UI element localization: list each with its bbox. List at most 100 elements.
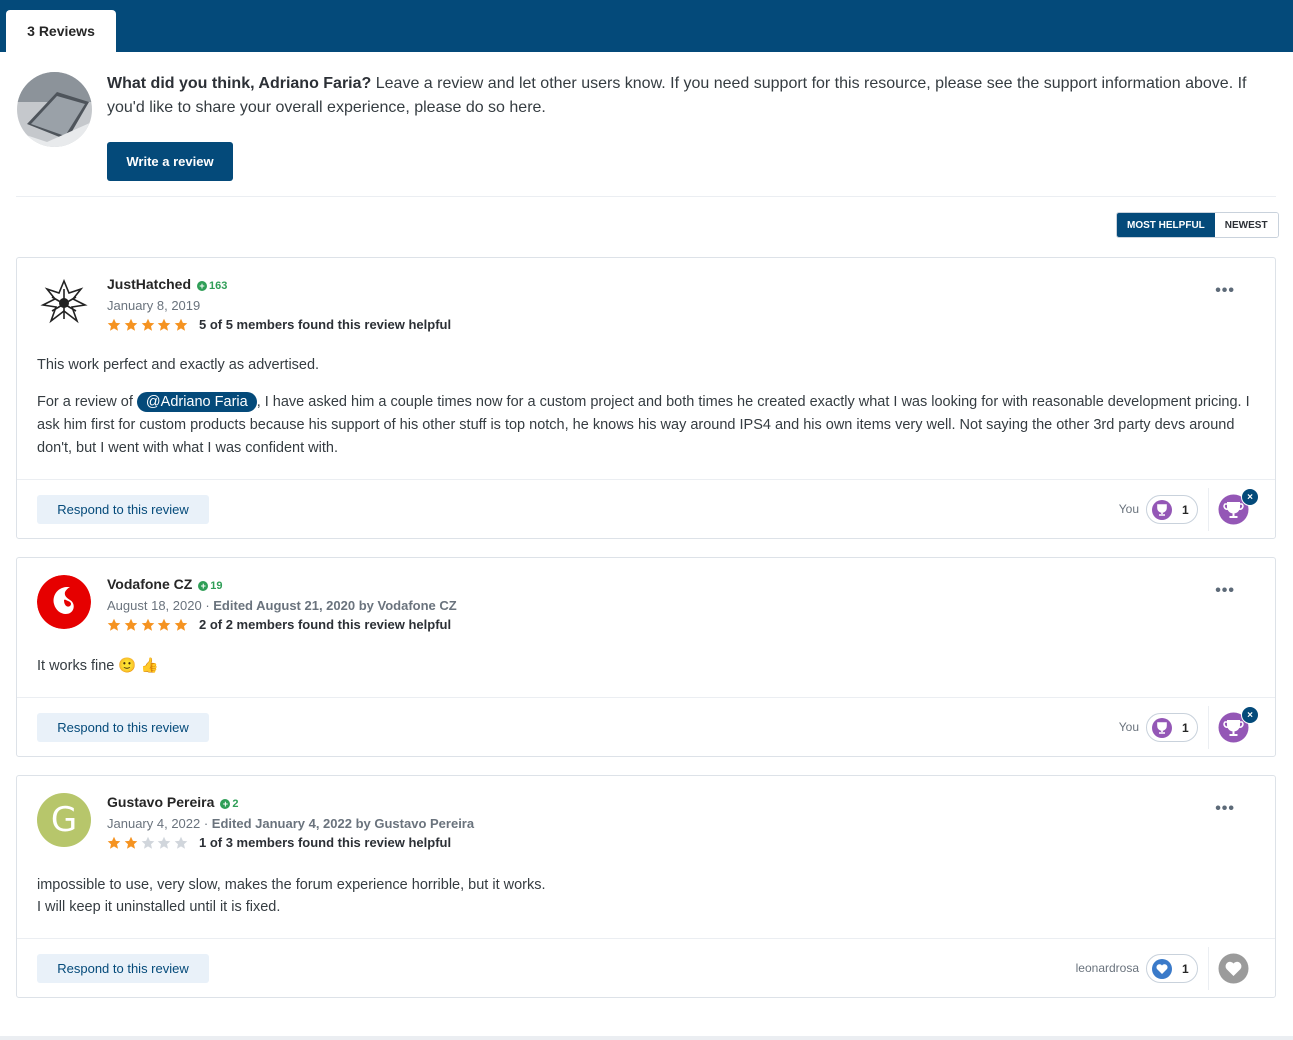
star-filled-icon bbox=[174, 318, 188, 331]
review-author[interactable]: Vodafone CZ +19 bbox=[107, 576, 223, 592]
reaction-count: 1 bbox=[1182, 720, 1189, 735]
reputation-badge: +19 bbox=[198, 580, 223, 592]
date-text: August 18, 2020 bbox=[107, 598, 202, 613]
review-date: August 18, 2020 · Edited August 21, 2020… bbox=[107, 598, 457, 613]
rating-row: 2 of 2 members found this review helpful bbox=[107, 617, 451, 632]
review-footer: Respond to this review leonardrosa 1 bbox=[17, 938, 1275, 997]
avatar bbox=[37, 575, 91, 629]
review-date: January 4, 2022 · Edited January 4, 2022… bbox=[107, 816, 475, 831]
star-empty-icon bbox=[174, 836, 188, 849]
review-body: It works fine 🙂 👍 bbox=[37, 655, 1262, 678]
sort-most-helpful-button[interactable]: Most Helpful bbox=[1117, 213, 1215, 237]
star-filled-icon bbox=[107, 618, 121, 631]
review-footer: Respond to this review You 1 × bbox=[17, 479, 1275, 538]
more-options-icon[interactable]: ••• bbox=[1215, 800, 1235, 818]
review-line: impossible to use, very slow, makes the … bbox=[37, 877, 546, 893]
avatar bbox=[37, 275, 91, 329]
review-card: JustHatched +163 January 8, 2019 5 of 5 m… bbox=[16, 257, 1276, 539]
review-prompt: What did you think, Adriano Faria? Leave… bbox=[107, 72, 1267, 120]
star-filled-icon bbox=[107, 318, 121, 331]
author-name[interactable]: Gustavo Pereira bbox=[107, 794, 214, 810]
star-rating bbox=[107, 318, 191, 332]
edited-text: Edited January 4, 2022 by Gustavo Pereir… bbox=[211, 816, 475, 831]
review-card: G Gustavo Pereira +2 January 4, 2022 · Ed… bbox=[16, 775, 1276, 998]
more-options-icon[interactable]: ••• bbox=[1215, 582, 1235, 600]
more-options-icon[interactable]: ••• bbox=[1215, 282, 1235, 300]
heart-icon bbox=[1152, 958, 1172, 979]
review-body: impossible to use, very slow, makes the … bbox=[37, 874, 1262, 918]
reputation-count: 19 bbox=[210, 580, 223, 592]
star-filled-icon bbox=[107, 836, 121, 849]
write-review-button[interactable]: Write a review bbox=[107, 142, 233, 181]
remove-reaction-icon[interactable]: × bbox=[1241, 706, 1259, 724]
review-card: Vodafone CZ +19 August 18, 2020 · Edited … bbox=[16, 557, 1276, 757]
review-paragraph: This work perfect and exactly as adverti… bbox=[37, 357, 320, 373]
respond-button[interactable]: Respond to this review bbox=[37, 954, 209, 983]
react-like-button[interactable] bbox=[1218, 953, 1249, 984]
star-rating bbox=[107, 836, 191, 850]
star-filled-icon bbox=[158, 318, 171, 331]
user-mention[interactable]: @Adriano Faria bbox=[136, 392, 257, 412]
reaction-summary[interactable]: 1 bbox=[1146, 954, 1198, 983]
star-filled-icon bbox=[124, 618, 138, 631]
review-paragraph: It works fine 🙂 👍 bbox=[37, 658, 159, 674]
trophy-icon bbox=[1152, 499, 1172, 520]
star-filled-icon bbox=[141, 318, 154, 331]
review-line: I will keep it uninstalled until it is f… bbox=[37, 899, 281, 915]
author-name[interactable]: JustHatched bbox=[107, 276, 191, 292]
star-filled-icon bbox=[124, 318, 138, 331]
reaction-count: 1 bbox=[1182, 502, 1189, 517]
reputation-badge: +163 bbox=[197, 280, 227, 292]
text-span: For a review of bbox=[37, 394, 137, 410]
rating-row: 5 of 5 members found this review helpful bbox=[107, 317, 451, 332]
prompt-question: What did you think, Adriano Faria? bbox=[107, 75, 372, 92]
review-body: This work perfect and exactly as adverti… bbox=[37, 354, 1262, 460]
reaction-summary[interactable]: 1 bbox=[1146, 713, 1198, 742]
current-user-avatar bbox=[17, 72, 92, 147]
divider bbox=[16, 196, 1276, 197]
avatar: G bbox=[37, 793, 91, 847]
reputation-count: 2 bbox=[232, 798, 239, 810]
reputation-badge: +2 bbox=[220, 798, 239, 810]
review-author[interactable]: JustHatched +163 bbox=[107, 276, 227, 292]
top-tab-bar: 3 Reviews bbox=[0, 0, 1293, 52]
star-filled-icon bbox=[174, 618, 188, 631]
helpful-count: 5 of 5 members found this review helpful bbox=[198, 317, 452, 332]
sort-newest-button[interactable]: Newest bbox=[1214, 213, 1278, 237]
heart-icon bbox=[1218, 953, 1249, 984]
divider bbox=[1208, 947, 1209, 990]
plus-icon: + bbox=[197, 281, 208, 291]
reacted-by[interactable]: You bbox=[1119, 502, 1139, 516]
divider bbox=[0, 1036, 1293, 1040]
author-name[interactable]: Vodafone CZ bbox=[107, 576, 192, 592]
star-rating bbox=[107, 618, 191, 632]
review-date: January 8, 2019 bbox=[107, 298, 201, 313]
rating-row: 1 of 3 members found this review helpful bbox=[107, 835, 451, 850]
tab-reviews[interactable]: 3 Reviews bbox=[6, 10, 116, 52]
sort-toggle: Most Helpful Newest bbox=[1116, 212, 1279, 238]
review-footer: Respond to this review You 1 × bbox=[17, 697, 1275, 756]
star-filled-icon bbox=[141, 618, 154, 631]
reacted-by[interactable]: You bbox=[1119, 720, 1139, 734]
trophy-icon bbox=[1152, 717, 1172, 738]
respond-button[interactable]: Respond to this review bbox=[37, 495, 209, 524]
review-author[interactable]: Gustavo Pereira +2 bbox=[107, 794, 239, 810]
reacted-by[interactable]: leonardrosa bbox=[1076, 961, 1139, 975]
divider bbox=[1208, 488, 1209, 531]
remove-reaction-icon[interactable]: × bbox=[1241, 488, 1259, 506]
reputation-count: 163 bbox=[209, 280, 228, 292]
divider bbox=[1208, 706, 1209, 749]
helpful-count: 1 of 3 members found this review helpful bbox=[198, 835, 452, 850]
star-filled-icon bbox=[124, 836, 138, 849]
reaction-count: 1 bbox=[1182, 961, 1189, 976]
review-paragraph: For a review of @Adriano Faria, I have a… bbox=[37, 391, 1262, 460]
plus-icon: + bbox=[198, 581, 209, 591]
avatar-letter: G bbox=[50, 800, 78, 840]
edited-text: Edited August 21, 2020 by Vodafone CZ bbox=[213, 598, 457, 613]
plus-icon: + bbox=[220, 799, 231, 809]
star-empty-icon bbox=[141, 836, 154, 849]
reaction-summary[interactable]: 1 bbox=[1146, 495, 1198, 524]
helpful-count: 2 of 2 members found this review helpful bbox=[198, 617, 452, 632]
respond-button[interactable]: Respond to this review bbox=[37, 713, 209, 742]
date-text: January 4, 2022 bbox=[107, 816, 201, 831]
